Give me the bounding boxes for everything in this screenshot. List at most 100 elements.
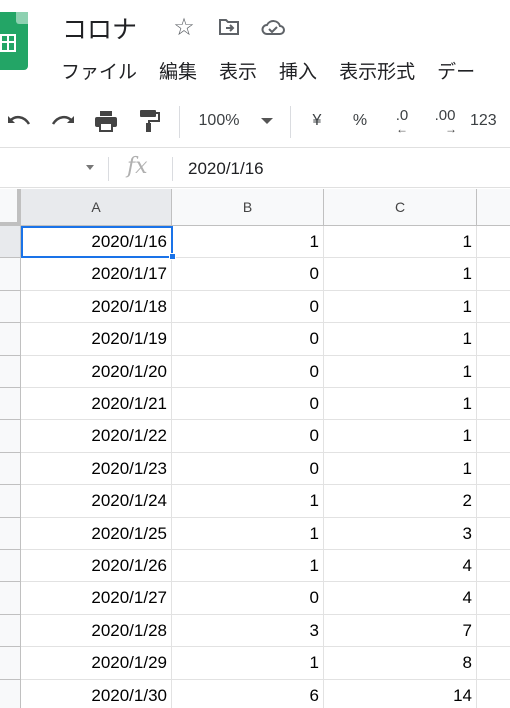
cell-c-value[interactable]: 1 [324,355,477,388]
row-header[interactable] [0,258,21,291]
cell-c-value[interactable]: 3 [324,517,477,550]
formula-input[interactable]: 2020/1/16 [188,159,264,179]
cell-date[interactable]: 2020/1/24 [21,485,172,518]
cell-date[interactable]: 2020/1/27 [21,582,172,615]
cell-b-value[interactable]: 0 [172,388,324,421]
cell-b-value[interactable]: 0 [172,290,324,324]
paint-format-icon[interactable] [135,106,163,136]
cell-empty[interactable] [477,356,510,388]
increase-decimal-button[interactable]: .00 → [428,106,462,136]
menu-file[interactable]: ファイル [61,57,137,84]
row-header[interactable] [0,614,21,648]
cell-empty[interactable] [477,258,510,291]
cell-c-value[interactable]: 1 [324,290,477,324]
cell-date[interactable]: 2020/1/18 [21,290,172,324]
cell-c-value[interactable]: 2 [324,485,477,518]
cell-c-value[interactable]: 1 [324,388,477,421]
cell-date[interactable]: 2020/1/25 [21,517,172,550]
cell-c-value[interactable]: 1 [324,258,477,291]
sheets-logo-icon[interactable] [0,12,28,70]
fill-handle[interactable] [169,253,176,260]
cell-date[interactable]: 2020/1/22 [21,420,172,453]
row-header[interactable] [0,647,21,680]
move-to-folder-icon[interactable] [216,14,242,40]
row-header[interactable] [0,290,21,324]
menu-edit[interactable]: 編集 [159,57,197,84]
cell-b-value[interactable]: 0 [172,355,324,388]
select-all-corner[interactable] [0,189,21,226]
row-header[interactable] [0,679,21,708]
cell-empty[interactable] [477,453,510,486]
cell-date[interactable]: 2020/1/29 [21,647,172,680]
cell-c-value[interactable]: 4 [324,582,477,615]
cell-c-value[interactable]: 7 [324,614,477,648]
cell-date[interactable]: 2020/1/26 [21,550,172,583]
zoom-select[interactable]: 100% [192,106,280,136]
cell-b-value[interactable]: 0 [172,420,324,453]
cell-b-value[interactable]: 3 [172,614,324,648]
cell-empty[interactable] [477,388,510,421]
row-header[interactable] [0,582,21,615]
cell-b-value[interactable]: 1 [172,517,324,550]
cell-date[interactable]: 2020/1/17 [21,258,172,291]
row-header[interactable] [0,550,21,583]
cell-empty[interactable] [477,680,510,708]
cell-c-value[interactable]: 1 [324,226,477,259]
cell-empty[interactable] [477,420,510,453]
cell-b-value[interactable]: 1 [172,485,324,518]
cloud-saved-icon[interactable] [260,14,286,40]
row-header[interactable] [0,485,21,518]
cell-b-value[interactable]: 0 [172,258,324,291]
cell-date[interactable]: 2020/1/23 [21,452,172,486]
cell-date[interactable]: 2020/1/30 [21,679,172,708]
cell-date[interactable]: 2020/1/19 [21,323,172,356]
row-header[interactable] [0,388,21,421]
decrease-decimal-button[interactable]: .0 ← [385,106,419,136]
cell-c-value[interactable]: 1 [324,420,477,453]
cell-empty[interactable] [477,647,510,680]
column-header-c[interactable]: C [324,189,477,226]
document-title[interactable]: コロナ [62,10,137,46]
row-header[interactable] [0,517,21,550]
menu-data[interactable]: デー [437,57,475,84]
row-header[interactable] [0,323,21,356]
menu-view[interactable]: 表示 [219,57,257,84]
print-icon[interactable] [91,106,121,136]
percent-format-button[interactable]: % [348,106,372,136]
cell-empty[interactable] [477,226,510,259]
cell-c-value[interactable]: 8 [324,647,477,680]
column-header-b[interactable]: B [172,189,324,226]
cell-empty[interactable] [477,518,510,550]
cell-empty[interactable] [477,550,510,583]
row-header[interactable] [0,452,21,486]
cell-empty[interactable] [477,485,510,518]
cell-b-value[interactable]: 0 [172,582,324,615]
cell-date[interactable]: 2020/1/28 [21,614,172,648]
undo-icon[interactable] [4,106,34,136]
cell-date[interactable]: 2020/1/16 [21,226,172,259]
column-header-d[interactable] [477,189,510,226]
column-header-a[interactable]: A [21,189,172,226]
currency-format-button[interactable]: ¥ [305,106,329,136]
cell-empty[interactable] [477,291,510,324]
cell-b-value[interactable]: 1 [172,550,324,583]
name-box-dropdown-icon[interactable] [86,165,94,170]
cell-b-value[interactable]: 0 [172,452,324,486]
redo-icon[interactable] [48,106,78,136]
cell-c-value[interactable]: 1 [324,323,477,356]
more-formats-button[interactable]: 123 [470,106,510,136]
menu-format[interactable]: 表示形式 [339,57,415,84]
cell-empty[interactable] [477,582,510,615]
cell-c-value[interactable]: 14 [324,679,477,708]
cell-c-value[interactable]: 4 [324,550,477,583]
cell-b-value[interactable]: 0 [172,323,324,356]
row-header[interactable] [0,226,21,259]
cell-b-value[interactable]: 6 [172,679,324,708]
cell-date[interactable]: 2020/1/21 [21,388,172,421]
row-header[interactable] [0,355,21,388]
cell-b-value[interactable]: 1 [172,226,324,259]
cell-empty[interactable] [477,323,510,356]
cell-date[interactable]: 2020/1/20 [21,355,172,388]
cell-b-value[interactable]: 1 [172,647,324,680]
row-header[interactable] [0,420,21,453]
